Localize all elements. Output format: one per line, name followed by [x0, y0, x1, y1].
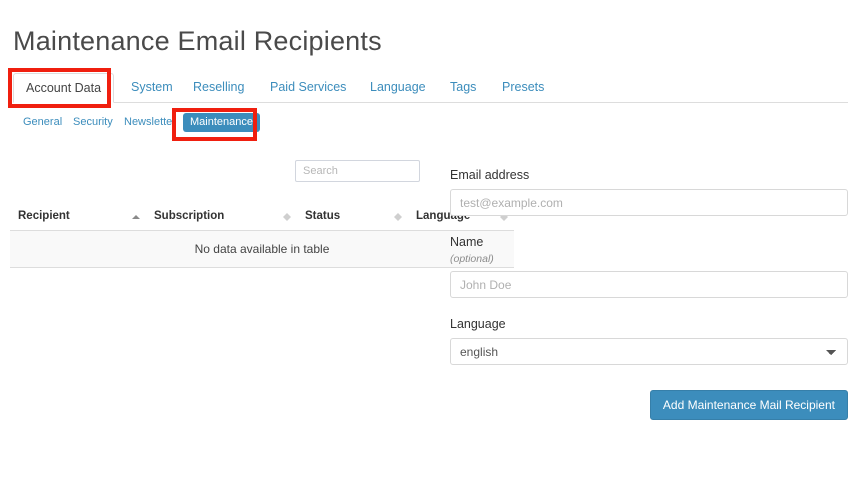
table-body: No data available in table — [10, 230, 514, 268]
column-header-subscription[interactable]: Subscription — [146, 204, 297, 231]
language-select[interactable]: english — [450, 338, 848, 365]
table-header: Recipient Subscription Status Language — [10, 204, 514, 231]
table-empty-message: No data available in table — [10, 230, 514, 268]
subtab-newsletter[interactable]: Newsletter — [124, 112, 176, 132]
form-actions: Add Maintenance Mail Recipient — [450, 390, 848, 420]
email-field-group: Email address — [450, 168, 848, 216]
recipients-table-panel: Recipient Subscription Status Language — [10, 160, 514, 268]
name-field-group: Name (optional) — [450, 235, 848, 298]
sort-none-icon — [283, 211, 291, 223]
table-search-row — [10, 160, 430, 182]
subtab-security[interactable]: Security — [73, 112, 113, 132]
table-header-row: Recipient Subscription Status Language — [10, 204, 514, 231]
tab-presets[interactable]: Presets — [490, 73, 556, 103]
column-label-recipient: Recipient — [18, 210, 70, 222]
name-field-label: Name — [450, 235, 484, 249]
column-header-recipient[interactable]: Recipient — [10, 204, 146, 231]
subtab-maintenance[interactable]: Maintenance — [183, 113, 260, 132]
recipients-table: Recipient Subscription Status Language N… — [10, 204, 514, 268]
primary-tab-bar: Account Data System Reselling Paid Servi… — [13, 73, 848, 103]
tab-paid-services[interactable]: Paid Services — [258, 73, 358, 103]
tab-reselling[interactable]: Reselling — [181, 73, 256, 103]
email-field[interactable] — [450, 189, 848, 216]
sort-ascending-icon — [132, 211, 140, 223]
tab-tags[interactable]: Tags — [438, 73, 488, 103]
search-input[interactable] — [295, 160, 420, 182]
add-recipient-form: Email address Name (optional) Language e… — [450, 168, 848, 420]
tab-system[interactable]: System — [119, 73, 185, 103]
language-field-label: Language — [450, 317, 506, 331]
column-header-status[interactable]: Status — [297, 204, 408, 231]
tab-account-data[interactable]: Account Data — [13, 73, 115, 103]
subtab-general[interactable]: General — [23, 112, 62, 132]
page-title: Maintenance Email Recipients — [13, 26, 382, 57]
table-empty-row: No data available in table — [10, 230, 514, 268]
add-maintenance-mail-recipient-button[interactable]: Add Maintenance Mail Recipient — [649, 390, 848, 420]
tab-language[interactable]: Language — [358, 73, 438, 103]
column-label-subscription: Subscription — [154, 210, 225, 222]
column-label-status: Status — [305, 210, 341, 222]
email-field-label: Email address — [450, 168, 530, 182]
name-field-hint: (optional) — [450, 253, 494, 265]
language-field-group: Language english — [450, 317, 848, 365]
sort-none-icon — [394, 211, 402, 223]
name-field[interactable] — [450, 271, 848, 298]
